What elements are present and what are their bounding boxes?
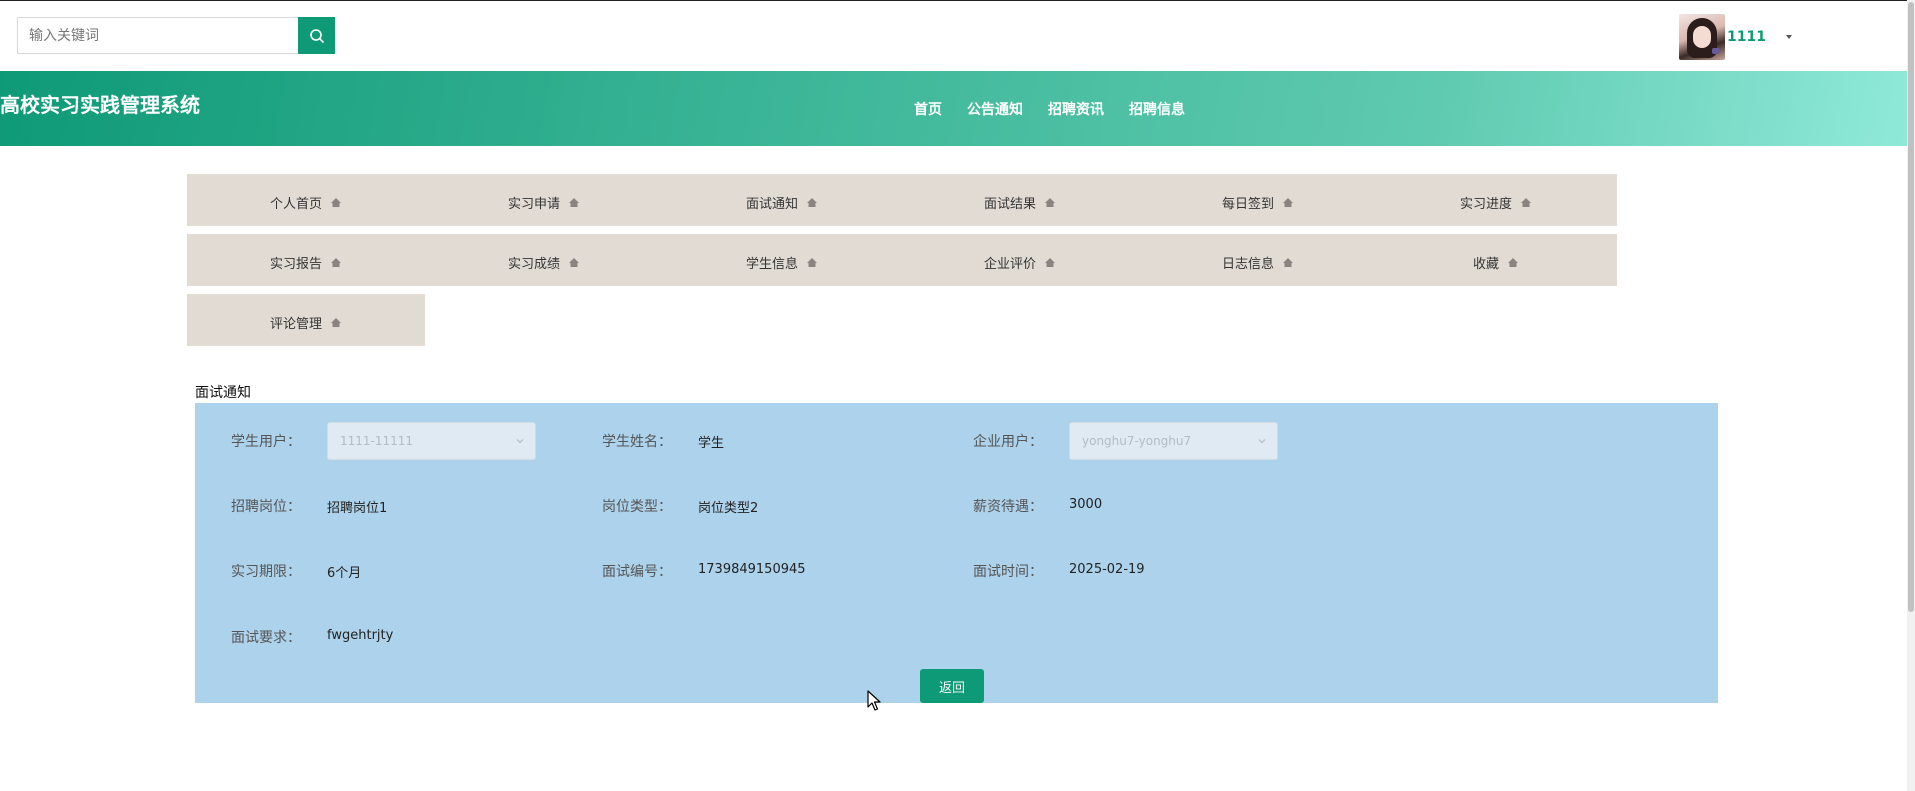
menu-item-favorites[interactable]: 收藏 [1377,234,1615,286]
menu-item-interview-result[interactable]: 面试结果 [901,174,1139,226]
salary-value: 3000 [1069,497,1103,512]
home-icon [1282,197,1294,208]
interview-time-value: 2025-02-19 [1069,562,1145,577]
back-button[interactable]: 返回 [920,669,984,703]
menu-item-log-info[interactable]: 日志信息 [1139,234,1377,286]
menu-item-daily-checkin[interactable]: 每日签到 [1139,174,1377,226]
site-title: 高校实习实践管理系统 [0,93,200,117]
home-icon [1044,257,1056,268]
position-type-value: 岗位类型2 [698,501,759,516]
position-label: 招聘岗位： [231,499,301,515]
nav-item-notices[interactable]: 公告通知 [967,99,1023,119]
menu-row: 个人首页 实习申请 面试通知 面试结果 每日签到 实习进度 [187,174,1617,226]
search-bar [17,17,335,54]
username[interactable]: 1111 [1727,29,1766,45]
menu-row: 实习报告 实习成绩 学生信息 企业评价 日志信息 收藏 [187,234,1617,286]
search-icon [309,28,324,43]
requirement-value: fwgehtrjty [327,628,394,643]
menu-item-internship-grade[interactable]: 实习成绩 [425,234,663,286]
student-name-value: 学生 [698,436,725,451]
home-icon [1282,257,1294,268]
menu-item-internship-progress[interactable]: 实习进度 [1377,174,1615,226]
interview-no-label: 面试编号： [602,564,672,580]
home-icon [568,197,580,208]
mouse-cursor-icon [867,690,881,711]
interview-no-value: 1739849150945 [698,562,806,577]
requirement-label: 面试要求： [231,630,301,646]
window-top-border [0,0,1915,1]
home-icon [1044,197,1056,208]
avatar[interactable] [1679,14,1725,60]
student-user-value: 1111-11111 [340,434,414,448]
menu-item-internship-apply[interactable]: 实习申请 [425,174,663,226]
position-type-label: 岗位类型： [602,499,672,515]
company-user-select[interactable]: yonghu7-yonghu7 [1069,422,1278,460]
interview-time-label: 面试时间： [973,564,1043,580]
menu-row: 评论管理 [187,294,425,346]
user-menu[interactable]: 1111 [1679,14,1792,60]
duration-label: 实习期限： [231,564,301,580]
search-button[interactable] [298,17,335,54]
chevron-down-icon [516,439,524,444]
home-icon [1507,257,1519,268]
menu-item-personal-home[interactable]: 个人首页 [187,174,425,226]
home-icon [568,257,580,268]
student-user-label: 学生用户： [231,434,301,450]
section-title: 面试通知 [195,385,251,401]
duration-value: 6个月 [327,566,362,581]
menu-item-company-review[interactable]: 企业评价 [901,234,1139,286]
header-banner: 高校实习实践管理系统 首页 公告通知 招聘资讯 招聘信息 [0,71,1907,146]
function-menu: 个人首页 实习申请 面试通知 面试结果 每日签到 实习进度 实习报告 实习成绩 … [187,174,1617,354]
company-user-label: 企业用户： [973,434,1043,450]
search-input[interactable] [17,17,298,54]
home-icon [330,197,342,208]
salary-label: 薪资待遇： [973,499,1043,515]
student-name-label: 学生姓名： [602,434,672,450]
nav-item-recruit-info[interactable]: 招聘信息 [1129,99,1185,119]
menu-item-student-info[interactable]: 学生信息 [663,234,901,286]
nav-item-home[interactable]: 首页 [914,99,942,119]
home-icon [806,257,818,268]
student-user-select[interactable]: 1111-11111 [327,422,536,460]
top-nav: 首页 公告通知 招聘资讯 招聘信息 [914,99,1210,119]
scrollbar[interactable] [1907,0,1915,791]
position-value: 招聘岗位1 [327,501,388,516]
home-icon [330,317,342,328]
home-icon [1520,197,1532,208]
home-icon [330,257,342,268]
home-icon [806,197,818,208]
menu-item-comment-manage[interactable]: 评论管理 [187,294,425,346]
menu-item-internship-report[interactable]: 实习报告 [187,234,425,286]
scrollbar-thumb[interactable] [1908,2,1914,612]
chevron-down-icon [1258,439,1266,444]
interview-detail-form: 学生用户： 1111-11111 学生姓名： 学生 企业用户： yonghu7-… [195,403,1718,703]
caret-down-icon[interactable] [1785,35,1792,39]
nav-item-recruit-news[interactable]: 招聘资讯 [1048,99,1104,119]
menu-item-interview-notice[interactable]: 面试通知 [663,174,901,226]
company-user-value: yonghu7-yonghu7 [1082,434,1192,448]
